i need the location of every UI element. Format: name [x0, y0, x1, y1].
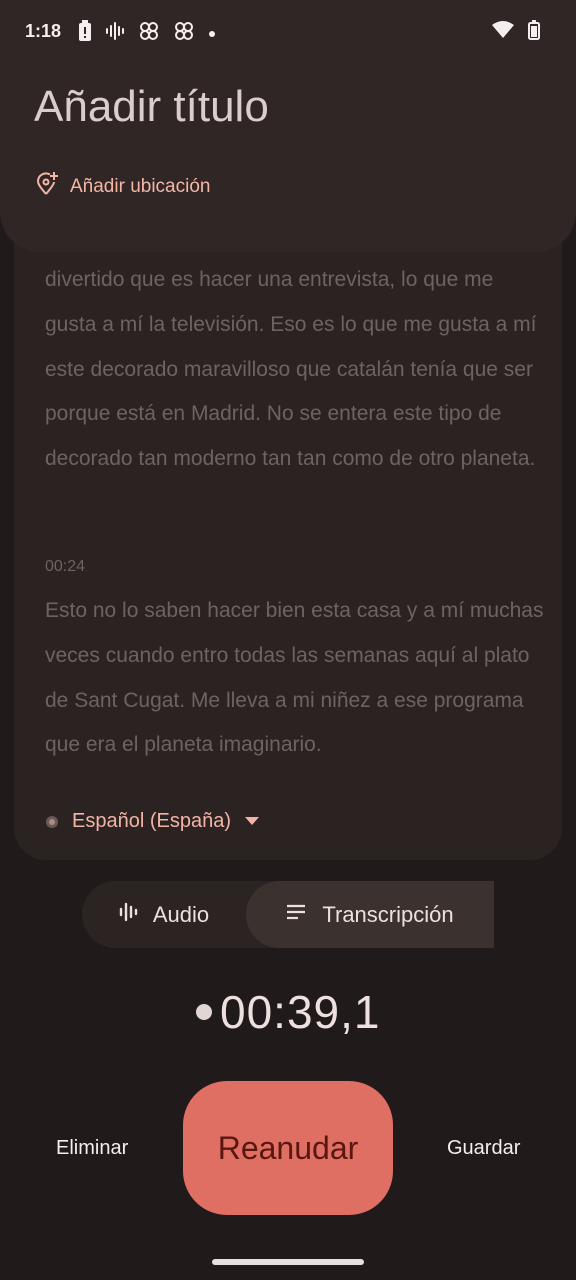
status-time: 1:18 — [25, 21, 62, 41]
language-label: Español (España) — [72, 810, 231, 832]
resume-button[interactable]: Reanudar — [183, 1081, 393, 1215]
more-notifications-dot-icon — [208, 25, 216, 43]
notification-icons — [78, 20, 216, 47]
pinwheel-icon — [173, 20, 195, 47]
audio-waveform-icon — [119, 902, 139, 927]
language-status-icon — [46, 815, 58, 828]
tab-transcription-label: Transcripción — [322, 901, 454, 927]
dropdown-arrow-icon — [244, 813, 259, 831]
tab-audio[interactable]: Audio — [82, 881, 246, 948]
add-location-label: Añadir ubicación — [70, 175, 211, 197]
home-gesture-bar[interactable] — [212, 1259, 364, 1265]
recording-indicator-icon — [196, 1004, 212, 1020]
text-lines-icon — [286, 904, 306, 925]
add-location-button[interactable]: Añadir ubicación — [36, 172, 210, 201]
timer-value: 00:39,1 — [220, 986, 381, 1038]
recording-title[interactable]: Añadir título — [34, 82, 269, 132]
delete-button[interactable]: Eliminar — [56, 1137, 128, 1160]
battery-alert-icon — [78, 20, 92, 47]
system-icons — [492, 20, 540, 45]
wifi-icon — [492, 21, 514, 44]
recording-timer: 00:39,1 — [196, 985, 380, 1039]
status-bar: 1:18 — [0, 0, 576, 64]
add-location-icon — [36, 172, 58, 201]
battery-icon — [528, 20, 540, 45]
audio-wave-icon — [105, 22, 125, 45]
resume-button-label: Reanudar — [217, 1129, 359, 1166]
transcript-paragraph: divertido que es hacer una entrevista, l… — [45, 268, 537, 471]
transcript-timestamp: 00:24 — [45, 558, 86, 575]
save-button[interactable]: Guardar — [447, 1137, 520, 1160]
transcript-panel[interactable]: divertido que es hacer una entrevista, l… — [14, 200, 562, 860]
pinwheel-icon — [138, 20, 160, 47]
view-toggle: Audio Transcripción — [82, 881, 494, 948]
language-selector[interactable]: Español (España) — [46, 810, 259, 833]
tab-transcription[interactable]: Transcripción — [246, 881, 494, 948]
tab-audio-label: Audio — [152, 901, 210, 927]
transcript-paragraph: Esto no lo saben hacer bien esta casa y … — [45, 599, 544, 757]
